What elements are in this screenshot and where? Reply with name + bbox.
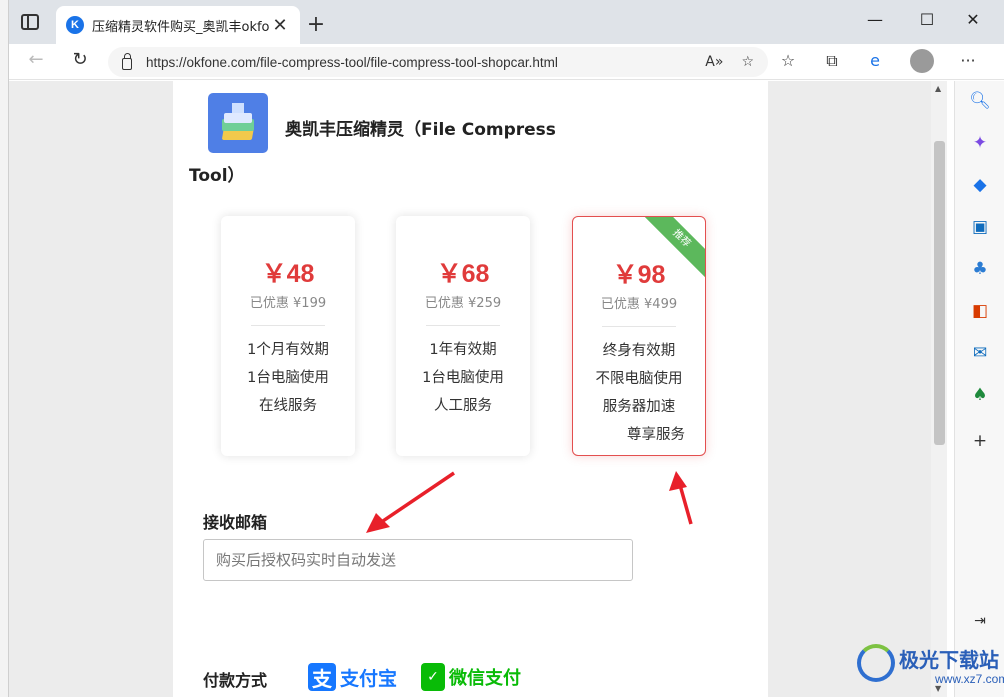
refresh-icon[interactable]: ↻ [67, 49, 93, 70]
okfone-favicon-icon: K [66, 16, 84, 34]
tab-title: 压缩精灵软件购买_奥凯丰okfone [92, 19, 270, 35]
plan-feature: 服务器加速 [602, 399, 676, 415]
tab-close-icon[interactable]: ✕ [270, 15, 290, 36]
new-tab-button[interactable]: + [304, 12, 328, 37]
plan-discount: 已优惠 ¥259 [424, 296, 502, 311]
watermark-url: www.xz7.com [935, 672, 1004, 686]
games-icon[interactable]: ♣ [955, 259, 1004, 279]
email-label: 接收邮箱 [203, 513, 268, 532]
address-bar[interactable]: https://okfone.com/file-compress-tool/fi… [108, 47, 768, 77]
plan-feature: 1台电脑使用 [422, 370, 504, 386]
plan-feature: 不限电脑使用 [595, 371, 683, 387]
email-input[interactable] [203, 539, 633, 581]
divider [426, 325, 500, 326]
background-window-edge [0, 0, 9, 697]
plan-card-lifetime[interactable]: 推荐 ￥98 已优惠 ¥499 终身有效期 不限电脑使用 服务器加速 尊享服务 [572, 216, 706, 456]
scroll-thumb[interactable] [934, 141, 945, 445]
page-viewport: 奥凯丰压缩精灵（File Compress Tool） ￥48 已优惠 ¥199… [9, 81, 947, 697]
collections-icon[interactable]: ⧉ [819, 51, 845, 71]
wechat-pay-option[interactable]: ✓ 微信支付 [421, 657, 521, 697]
wechat-pay-label: 微信支付 [449, 668, 521, 689]
plan-feature: 1台电脑使用 [247, 370, 329, 386]
copilot-sparkle-icon[interactable]: ✦ [955, 133, 1004, 153]
product-title: 奥凯丰压缩精灵（File Compress Tool） [189, 120, 556, 186]
hide-sidebar-icon[interactable]: ⇥ [955, 613, 1004, 629]
checkout-page: 奥凯丰压缩精灵（File Compress Tool） ￥48 已优惠 ¥199… [173, 81, 768, 697]
annotation-arrow-to-lifetime-plan [669, 471, 693, 525]
tree-icon[interactable]: ♠ [955, 385, 1004, 405]
plan-discount: 已优惠 ¥499 [600, 297, 678, 312]
back-arrow-icon[interactable]: ← [23, 49, 49, 70]
alipay-icon: 支 [308, 663, 336, 691]
outlook-icon[interactable]: ✉ [955, 343, 1004, 363]
favorites-icon[interactable]: ☆ [775, 51, 801, 70]
maximize-button[interactable]: ☐ [904, 10, 950, 29]
alipay-option[interactable]: 支 支付宝 [308, 657, 397, 697]
plan-price: ￥98 [612, 261, 666, 289]
plan-feature: 终身有效期 [602, 343, 676, 359]
site-watermark: 极光下载站 www.xz7.com [857, 640, 1004, 695]
watermark-text: 极光下载站 [899, 648, 999, 672]
plan-feature: 在线服务 [259, 398, 317, 414]
url-text[interactable]: https://okfone.com/file-compress-tool/fi… [146, 55, 687, 70]
plan-feature: 尊享服务 [627, 427, 685, 443]
minimize-button[interactable]: — [852, 10, 898, 29]
office-icon[interactable]: ◧ [955, 301, 1004, 321]
tools-icon[interactable]: ▣ [955, 217, 1004, 237]
annotation-arrow-to-email [366, 471, 455, 533]
plan-price: ￥68 [436, 260, 490, 288]
title-bar: K 压缩精灵软件购买_奥凯丰okfone ✕ + — ☐ ✕ [9, 0, 1004, 44]
tab-actions-icon[interactable] [21, 14, 39, 30]
read-aloud-icon[interactable]: A» [705, 54, 723, 70]
close-window-button[interactable]: ✕ [950, 10, 996, 29]
lock-icon[interactable] [122, 53, 132, 70]
add-sidebar-app-icon[interactable]: + [955, 431, 1004, 451]
active-tab[interactable]: K 压缩精灵软件购买_奥凯丰okfone ✕ [56, 6, 300, 44]
plan-feature: 人工服务 [434, 398, 492, 414]
divider [251, 325, 325, 326]
profile-avatar[interactable] [910, 49, 934, 73]
navigation-toolbar: ← ↻ https://okfone.com/file-compress-too… [9, 44, 1004, 80]
plan-card-yearly[interactable]: ￥68 已优惠 ¥259 1年有效期 1台电脑使用 人工服务 [396, 216, 530, 456]
alipay-label: 支付宝 [340, 667, 398, 690]
shopping-tag-icon[interactable]: ◆ [955, 175, 1004, 195]
scroll-up-arrow-icon[interactable]: ▲ [935, 84, 941, 93]
edge-browser-essentials-icon[interactable]: e [862, 51, 888, 70]
add-favorite-icon[interactable]: ☆ [741, 54, 754, 70]
search-icon[interactable]: 🔍︎ [955, 91, 1004, 111]
payment-method-label: 付款方式 [203, 671, 268, 690]
wechat-pay-icon: ✓ [421, 663, 445, 691]
browser-window: K 压缩精灵软件购买_奥凯丰okfone ✕ + — ☐ ✕ ← ↻ https… [9, 0, 1004, 697]
plan-feature: 1个月有效期 [247, 342, 329, 358]
divider [602, 326, 676, 327]
edge-sidebar: 🔍︎ ✦ ◆ ▣ ♣ ◧ ✉ ♠ + ⇥ [954, 81, 1004, 697]
plan-feature: 1年有效期 [429, 342, 497, 358]
plan-price: ￥48 [261, 260, 315, 288]
settings-more-icon[interactable]: ··· [955, 51, 981, 70]
vertical-scrollbar[interactable]: ▲ ▼ [931, 81, 947, 697]
plan-card-monthly[interactable]: ￥48 已优惠 ¥199 1个月有效期 1台电脑使用 在线服务 [221, 216, 355, 456]
watermark-logo-icon [857, 644, 895, 682]
plan-discount: 已优惠 ¥199 [249, 296, 327, 311]
